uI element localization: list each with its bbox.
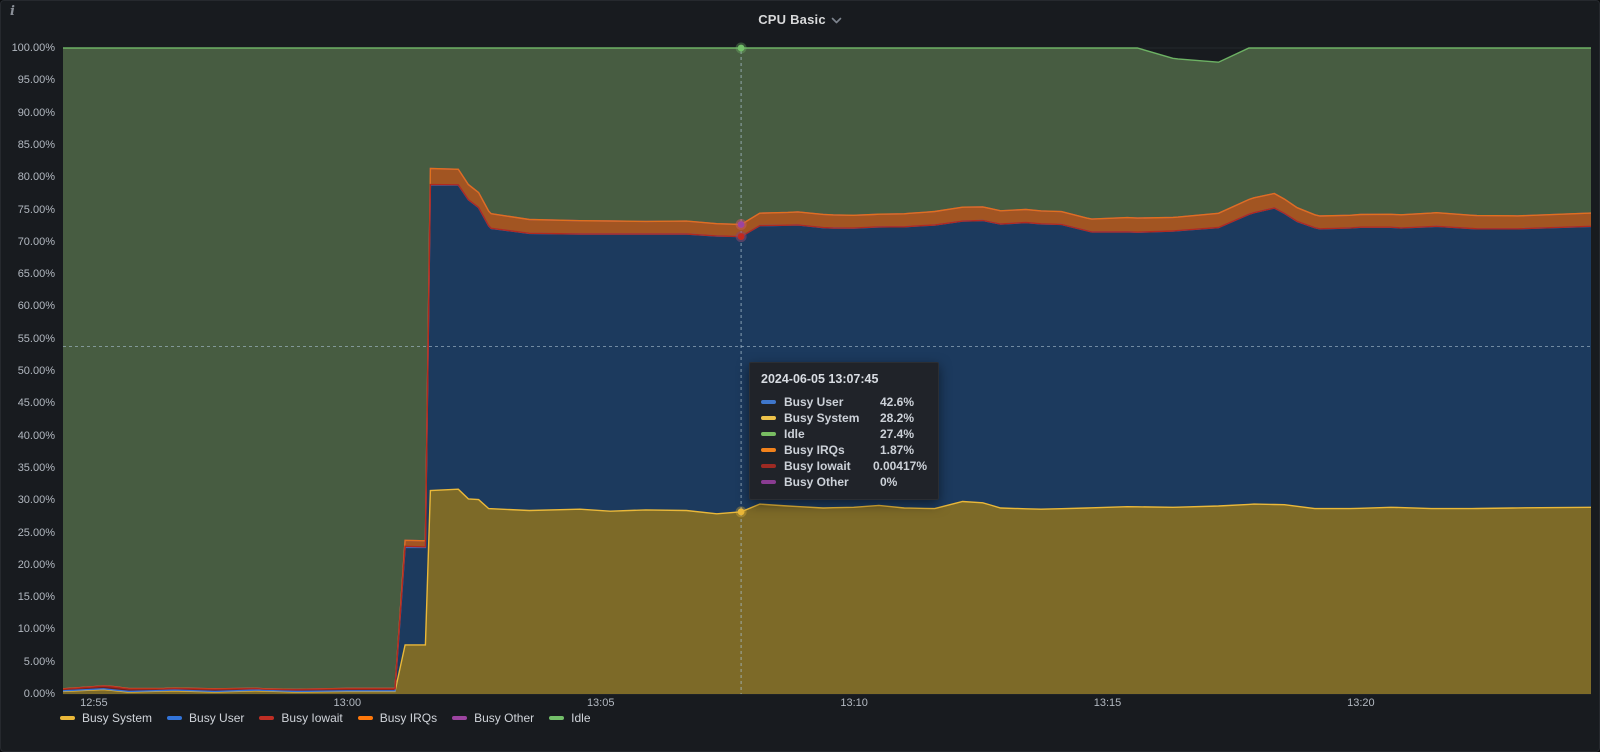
tooltip-row: Busy System 28.2% bbox=[761, 410, 927, 426]
tooltip-series-label: Busy System bbox=[784, 411, 860, 425]
tooltip-row: Busy Iowait 0.00417% bbox=[761, 458, 927, 474]
legend-swatch bbox=[167, 716, 183, 720]
tooltip-swatch bbox=[761, 432, 776, 436]
y-tick-label: 80.00% bbox=[17, 171, 55, 184]
y-tick-label: 65.00% bbox=[17, 268, 55, 281]
tooltip-swatch bbox=[761, 448, 776, 452]
legend-item-busy-other[interactable]: Busy Other bbox=[452, 711, 534, 725]
y-tick-label: 10.00% bbox=[17, 623, 55, 636]
legend: Busy System Busy User Busy Iowait Busy IRQs… bbox=[60, 711, 591, 725]
legend-swatch bbox=[452, 716, 468, 720]
y-tick-label: 100.00% bbox=[11, 42, 55, 54]
legend-swatch bbox=[60, 716, 75, 720]
y-tick-label: 70.00% bbox=[17, 235, 55, 248]
tooltip-series-value: 0% bbox=[880, 475, 898, 489]
x-tick-label: 13:20 bbox=[1347, 697, 1375, 709]
legend-label: Idle bbox=[571, 711, 591, 725]
hover-dot-iowait bbox=[735, 231, 747, 243]
tooltip-swatch bbox=[761, 480, 776, 484]
x-tick-label: 13:10 bbox=[840, 697, 868, 709]
y-tick-label: 55.00% bbox=[17, 332, 55, 345]
tooltip-row: Idle 27.4% bbox=[761, 426, 927, 442]
tooltip-series-value: 42.6% bbox=[880, 395, 915, 409]
tooltip-series-value: 1.87% bbox=[880, 443, 915, 457]
tooltip-series-label: Idle bbox=[784, 427, 805, 441]
legend-swatch bbox=[259, 716, 275, 720]
tooltip-swatch bbox=[761, 464, 776, 468]
legend-item-busy-user[interactable]: Busy User bbox=[167, 711, 244, 725]
x-tick-label: 13:00 bbox=[333, 697, 362, 709]
tooltip-row: Busy IRQs 1.87% bbox=[761, 442, 927, 458]
y-tick-label: 0.00% bbox=[23, 688, 55, 700]
tooltip-row: Busy User 42.6% bbox=[761, 394, 927, 410]
y-tick-label: 90.00% bbox=[17, 106, 55, 119]
tooltip-series-value: 27.4% bbox=[880, 427, 915, 441]
legend-swatch bbox=[357, 716, 373, 720]
tooltip-series-value: 0.00417% bbox=[872, 459, 927, 473]
x-tick-label: 13:05 bbox=[586, 697, 615, 709]
legend-swatch bbox=[549, 716, 565, 720]
legend-label: Busy Iowait bbox=[281, 711, 343, 725]
legend-item-busy-irqs[interactable]: Busy IRQs bbox=[357, 711, 438, 725]
y-tick-label: 60.00% bbox=[17, 300, 55, 313]
tooltip-swatch bbox=[761, 416, 776, 420]
y-tick-label: 20.00% bbox=[17, 558, 55, 571]
tooltip-series-label: Busy IRQs bbox=[784, 443, 845, 457]
y-tick-label: 45.00% bbox=[17, 397, 55, 410]
tooltip-series-value: 28.2% bbox=[880, 411, 915, 425]
y-tick-label: 50.00% bbox=[17, 365, 55, 377]
y-tick-label: 5.00% bbox=[23, 655, 55, 668]
tooltip-title: 2024-06-05 13:07:45 bbox=[761, 372, 879, 386]
x-tick-label: 13:15 bbox=[1093, 697, 1122, 709]
y-tick-label: 85.00% bbox=[17, 138, 55, 151]
chart-tooltip: 2024-06-05 13:07:45 Busy User 42.6% Busy S… bbox=[749, 362, 939, 500]
legend-item-busy-iowait[interactable]: Busy Iowait bbox=[259, 711, 343, 725]
cpu-basic-panel: CPU Basic i 100.00% 95.00% 90.00% 85.00% 80.… bbox=[0, 0, 1600, 752]
y-tick-label: 30.00% bbox=[17, 494, 55, 507]
hover-dot-system bbox=[735, 506, 747, 518]
y-tick-label: 25.00% bbox=[17, 526, 55, 539]
tooltip-series-label: Busy User bbox=[784, 395, 844, 409]
tooltip-swatch bbox=[761, 400, 776, 404]
y-tick-label: 40.00% bbox=[17, 429, 55, 442]
legend-label: Busy IRQs bbox=[379, 711, 438, 725]
hover-dot-idle bbox=[735, 42, 747, 54]
y-tick-label: 75.00% bbox=[17, 203, 55, 216]
legend-item-idle[interactable]: Idle bbox=[549, 711, 591, 725]
hover-dot-other bbox=[735, 218, 747, 230]
legend-label: Busy Other bbox=[474, 711, 535, 725]
y-tick-label: 15.00% bbox=[17, 591, 55, 604]
y-tick-label: 95.00% bbox=[17, 74, 55, 87]
tooltip-row: Busy Other 0% bbox=[761, 474, 927, 490]
legend-label: Busy User bbox=[189, 711, 245, 725]
y-tick-label: 35.00% bbox=[17, 461, 55, 474]
legend-label: Busy System bbox=[82, 711, 153, 725]
x-tick-label: 12:55 bbox=[80, 697, 108, 709]
tooltip-series-label: Busy Iowait bbox=[784, 459, 851, 473]
legend-item-busy-system[interactable]: Busy System bbox=[60, 711, 152, 725]
tooltip-series-label: Busy Other bbox=[784, 475, 849, 489]
